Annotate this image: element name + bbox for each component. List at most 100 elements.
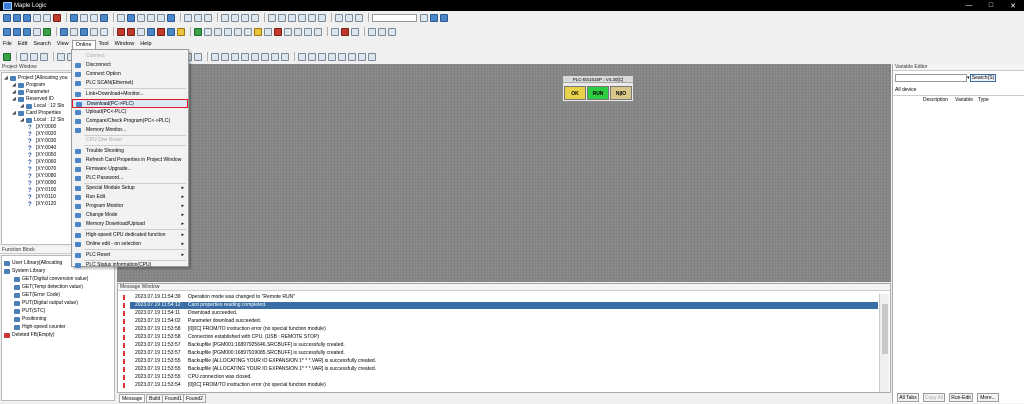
variable-editor-button[interactable]: Copy All xyxy=(923,393,945,402)
toolbar-button-icon[interactable] xyxy=(20,52,28,61)
expand-icon[interactable]: ◢ xyxy=(4,75,9,82)
toolbar-button-icon[interactable] xyxy=(127,27,135,36)
toolbar-button-icon[interactable] xyxy=(308,13,316,22)
toolbar-button-icon[interactable] xyxy=(388,27,396,36)
toolbar-button-icon[interactable] xyxy=(13,27,21,36)
function-block-item[interactable]: System Library xyxy=(4,268,45,275)
toolbar-button-icon[interactable] xyxy=(430,13,438,22)
online-menu-item[interactable]: Program Monitor ▸ xyxy=(72,202,188,211)
toolbar-button-icon[interactable] xyxy=(348,52,356,61)
toolbar-button-icon[interactable] xyxy=(3,52,11,61)
toolbar-button-icon[interactable] xyxy=(234,27,242,36)
function-block-item[interactable]: PUT(Digital output value) xyxy=(14,300,78,307)
toolbar-button-icon[interactable] xyxy=(40,52,48,61)
toolbar-button-icon[interactable] xyxy=(43,13,51,22)
expand-icon[interactable]: ◢ xyxy=(12,96,17,103)
function-block-item[interactable]: High-speed counter xyxy=(14,324,66,331)
toolbar-button-icon[interactable] xyxy=(368,52,376,61)
toolbar-button-icon[interactable] xyxy=(23,27,31,36)
device-search-input[interactable] xyxy=(895,74,967,82)
toolbar-button-icon[interactable] xyxy=(271,52,279,61)
toolbar-button-icon[interactable] xyxy=(33,27,41,36)
online-menu-item[interactable]: Special Module Setup ▸ xyxy=(72,184,188,193)
toolbar-button-icon[interactable] xyxy=(43,27,51,36)
toolbar-button-icon[interactable] xyxy=(231,13,239,22)
close-icon[interactable]: ✕ xyxy=(1002,0,1024,11)
column-header-description[interactable]: Description xyxy=(923,97,948,104)
project-tree-item[interactable]: ? [XY:0070 xyxy=(28,166,56,173)
expand-icon[interactable]: ◢ xyxy=(12,82,17,89)
toolbar-button-icon[interactable] xyxy=(3,27,11,36)
toolbar-button-icon[interactable] xyxy=(314,27,322,36)
toolbar-button-icon[interactable] xyxy=(298,52,306,61)
variable-editor-button[interactable]: All Tabs xyxy=(897,393,919,402)
project-tree-item[interactable]: ◢ Project [Allocating you xyxy=(4,75,67,82)
toolbar-button-icon[interactable] xyxy=(70,13,78,22)
online-menu-item[interactable]: Run Edit ▸ xyxy=(72,193,188,202)
online-menu-item[interactable]: Link+Download+Monitor... xyxy=(72,90,188,99)
toolbar-button-icon[interactable] xyxy=(264,27,272,36)
toolbar-button-icon[interactable] xyxy=(30,52,38,61)
toolbar-button-icon[interactable] xyxy=(341,27,349,36)
online-menu-item[interactable]: Refresh Card Properties in Project Windo… xyxy=(72,156,188,165)
online-menu-item[interactable]: Change Mode ▸ xyxy=(72,211,188,220)
toolbar-button-icon[interactable] xyxy=(117,13,125,22)
message-row[interactable]: 2023.07.19 11:54:02 Parameter download su… xyxy=(123,318,878,325)
toolbar-button-icon[interactable] xyxy=(331,27,339,36)
toolbar-button-icon[interactable] xyxy=(241,52,249,61)
toolbar-button-icon[interactable] xyxy=(368,27,376,36)
toolbar-button-icon[interactable] xyxy=(251,13,259,22)
menu-window[interactable]: Window xyxy=(112,40,138,49)
toolbar-button-icon[interactable] xyxy=(251,52,259,61)
message-row[interactable]: 2023.07.19 11:53:58 Connection establishe… xyxy=(123,334,878,341)
expand-icon[interactable]: ◢ xyxy=(20,117,25,124)
message-row[interactable]: 2023.07.19 11:53:55 CPU connection was cl… xyxy=(123,374,878,381)
toolbar-button-icon[interactable] xyxy=(261,52,269,61)
toolbar-button-icon[interactable] xyxy=(147,27,155,36)
toolbar-combo[interactable] xyxy=(372,13,417,22)
toolbar-button-icon[interactable] xyxy=(137,13,145,22)
toolbar-button-icon[interactable] xyxy=(157,27,165,36)
online-menu-item[interactable]: Trouble Shooting xyxy=(72,147,188,156)
function-block-item[interactable]: GET(Error Code) xyxy=(14,292,60,299)
message-scrollbar[interactable] xyxy=(879,294,889,392)
toolbar-button-icon[interactable] xyxy=(351,27,359,36)
online-menu-item[interactable]: Download(PC->PLC) xyxy=(72,98,188,108)
toolbar-button-icon[interactable] xyxy=(70,27,78,36)
toolbar-button-icon[interactable] xyxy=(304,27,312,36)
toolbar-button-icon[interactable] xyxy=(90,13,98,22)
toolbar-button-icon[interactable] xyxy=(90,27,98,36)
message-row[interactable]: 2023.07.19 11:54:39 Operation mode was ch… xyxy=(123,294,878,301)
toolbar-button-icon[interactable] xyxy=(241,13,249,22)
menu-view[interactable]: View xyxy=(54,40,72,49)
toolbar-button-icon[interactable] xyxy=(13,13,21,22)
expand-icon[interactable]: ◢ xyxy=(12,110,17,117)
toolbar-button-icon[interactable] xyxy=(231,52,239,61)
online-menu-item[interactable]: Upload(PC<-PLC) xyxy=(72,108,188,117)
toolbar-button-icon[interactable] xyxy=(194,27,202,36)
toolbar-button-icon[interactable] xyxy=(167,13,175,22)
online-menu-item[interactable]: Memory Download/Upload ▸ xyxy=(72,220,188,229)
toolbar-button-icon[interactable] xyxy=(194,52,202,61)
toolbar-button-icon[interactable] xyxy=(80,13,88,22)
project-tree-item[interactable]: ? [XY:0080 xyxy=(28,173,56,180)
online-menu-item[interactable]: Connect Option xyxy=(72,70,188,79)
toolbar-button-icon[interactable] xyxy=(338,52,346,61)
toolbar-button-icon[interactable] xyxy=(214,27,222,36)
toolbar-button-icon[interactable] xyxy=(288,13,296,22)
project-tree-item[interactable]: ◢ Local : 12 Slo xyxy=(20,103,64,110)
project-tree-item[interactable]: ? [XY:0110 xyxy=(28,194,56,201)
toolbar-button-icon[interactable] xyxy=(167,27,175,36)
function-block-item[interactable]: GET(Temp detection value) xyxy=(14,284,83,291)
toolbar-button-icon[interactable] xyxy=(137,27,145,36)
project-tree-item[interactable]: ? [XY:0000 xyxy=(28,124,56,131)
toolbar-button-icon[interactable] xyxy=(221,13,229,22)
toolbar-button-icon[interactable] xyxy=(278,13,286,22)
online-menu-item[interactable]: PLC Reset ▸ xyxy=(72,251,188,260)
toolbar-button-icon[interactable] xyxy=(53,13,61,22)
toolbar-button-icon[interactable] xyxy=(211,52,219,61)
toolbar-button-icon[interactable] xyxy=(60,27,68,36)
online-menu-item[interactable]: Disconnect xyxy=(72,61,188,70)
project-tree-item[interactable]: ? [XY:0040 xyxy=(28,145,56,152)
toolbar-button-icon[interactable] xyxy=(244,27,252,36)
